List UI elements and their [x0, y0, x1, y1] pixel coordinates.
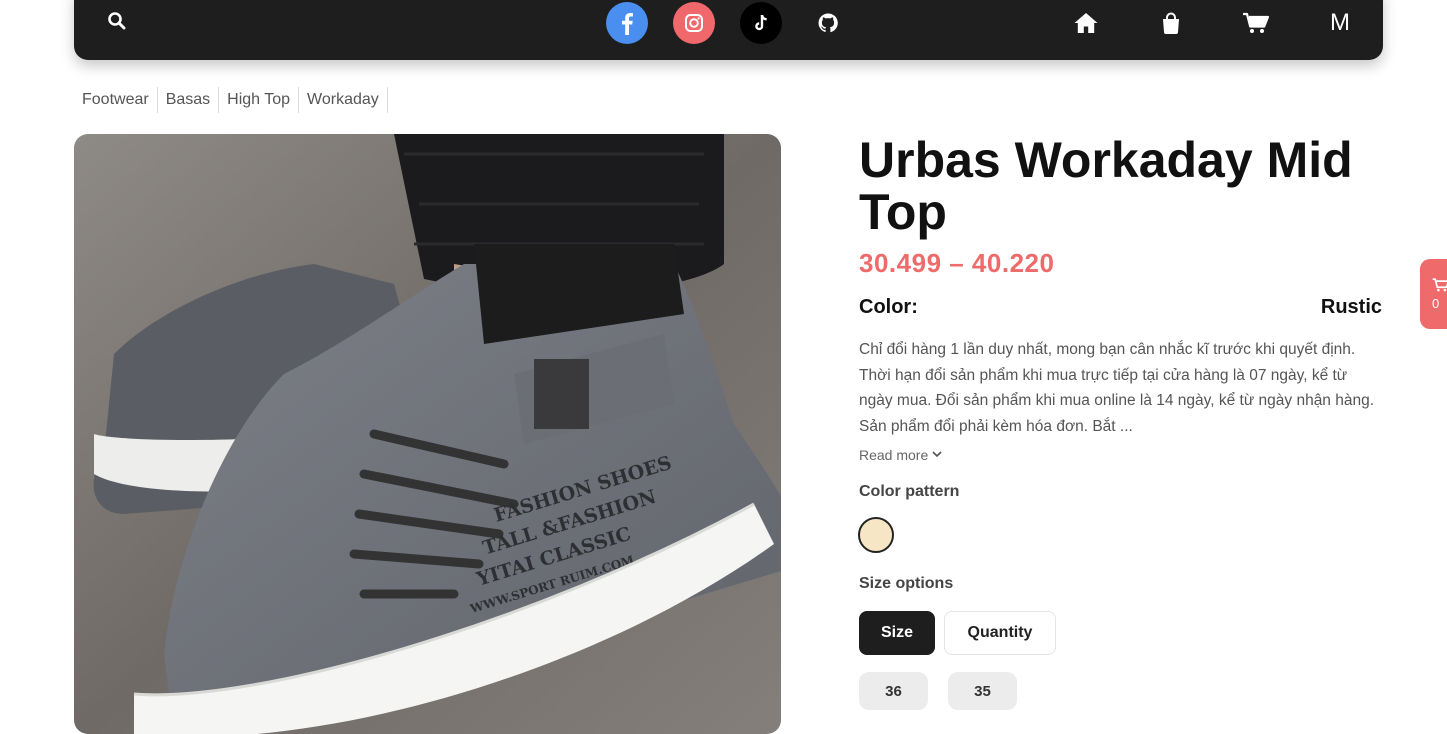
tiktok-icon[interactable] — [740, 2, 782, 44]
color-row: Color: Rustic — [859, 296, 1382, 319]
instagram-icon[interactable] — [673, 2, 715, 44]
size-option-35[interactable]: 35 — [948, 672, 1017, 710]
product-price: 30.499 – 40.220 — [859, 248, 1055, 278]
size-option-36[interactable]: 36 — [859, 672, 928, 710]
size-tab-button[interactable]: Size — [859, 611, 935, 655]
user-avatar[interactable]: M — [1324, 7, 1356, 39]
cart-count: 0 — [1432, 296, 1440, 311]
github-icon[interactable] — [807, 2, 849, 44]
search-icon[interactable] — [106, 10, 128, 32]
home-icon[interactable] — [1070, 7, 1102, 39]
breadcrumb-workaday[interactable]: Workaday — [299, 87, 388, 113]
quantity-tab-button[interactable]: Quantity — [944, 611, 1056, 655]
product-description: Chỉ đổi hàng 1 lần duy nhất, mong bạn câ… — [859, 341, 1375, 435]
facebook-icon[interactable] — [606, 2, 648, 44]
color-value: Rustic — [1320, 296, 1382, 318]
top-navbar: M — [74, 0, 1383, 60]
cart-icon[interactable] — [1240, 7, 1272, 39]
size-options-label: Size options — [859, 575, 954, 592]
breadcrumb-high-top[interactable]: High Top — [219, 87, 300, 113]
breadcrumb: Footwear Basas High Top Workaday — [74, 86, 388, 114]
breadcrumb-basas[interactable]: Basas — [158, 87, 220, 113]
product-title: Urbas Workaday Mid Top — [859, 132, 1353, 240]
chevron-down-icon — [931, 447, 943, 463]
read-more-link[interactable]: Read more — [859, 447, 943, 463]
color-label: Color: — [859, 296, 918, 318]
color-swatch[interactable] — [858, 517, 894, 553]
breadcrumb-footwear[interactable]: Footwear — [74, 87, 158, 113]
floating-cart-button[interactable]: 0 — [1420, 259, 1447, 329]
shopping-bag-icon[interactable] — [1155, 7, 1187, 39]
cart-icon — [1432, 277, 1447, 296]
read-more-label: Read more — [859, 447, 929, 463]
color-pattern-label: Color pattern — [859, 483, 960, 500]
product-image: FASHION SHOES TALL &FASHION YITAI CLASSI… — [74, 134, 781, 734]
